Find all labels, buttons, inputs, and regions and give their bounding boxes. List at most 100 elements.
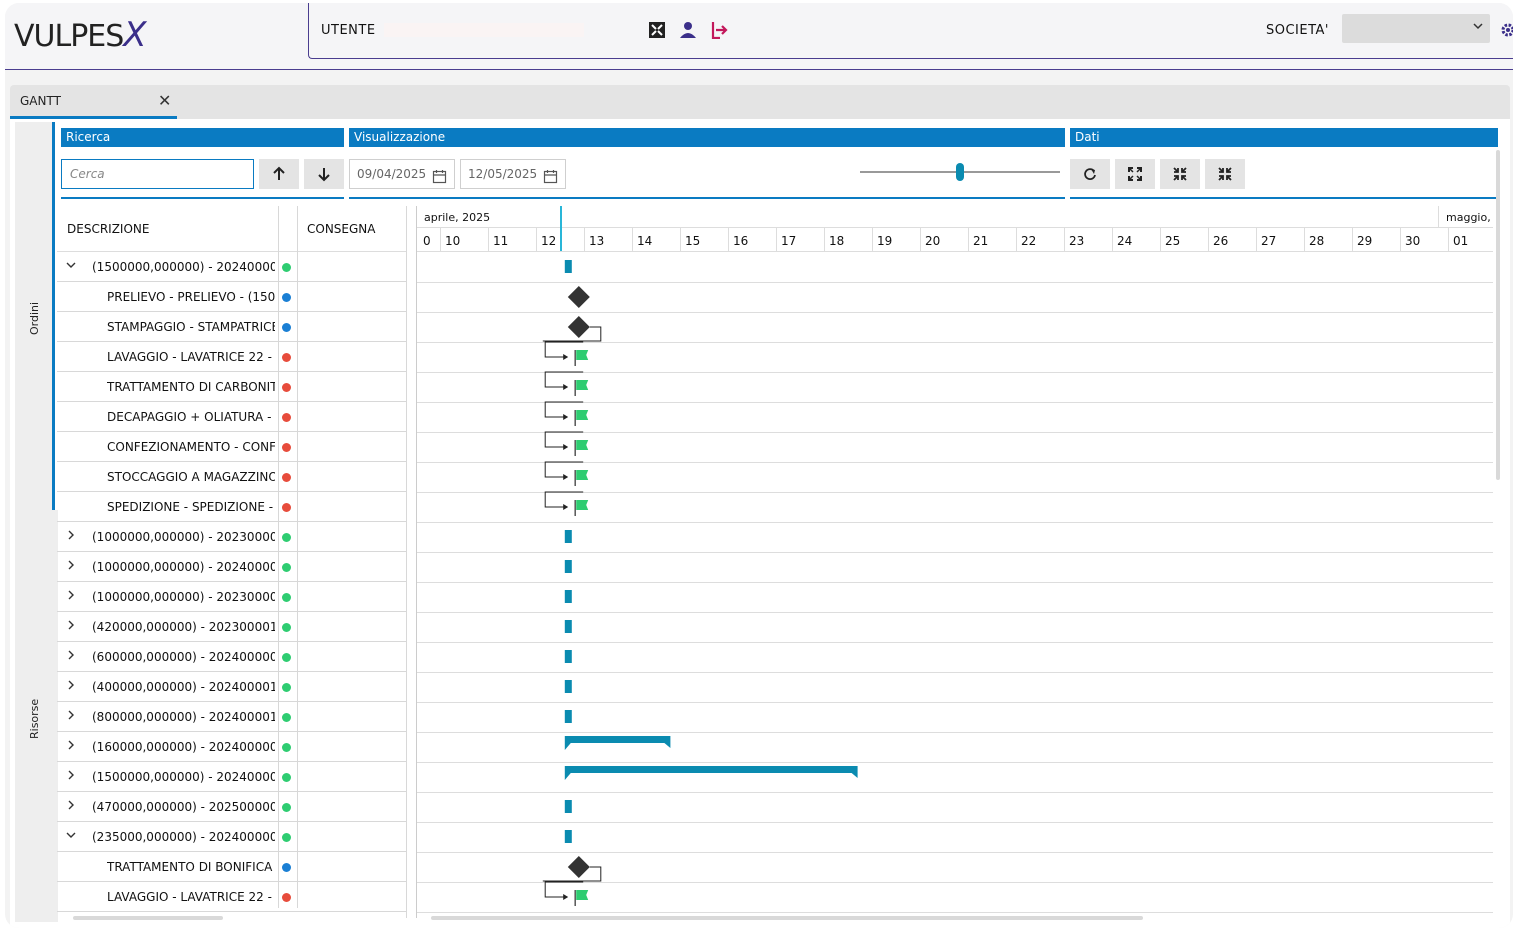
search-down-button[interactable] (304, 159, 344, 189)
chevron-right-icon[interactable] (65, 649, 77, 661)
moon-icon[interactable] (615, 19, 637, 41)
table-row[interactable]: (600000,000000) - 20240000042 - (57, 642, 406, 672)
gantt-task-bar[interactable] (564, 620, 572, 633)
chevron-right-icon[interactable] (65, 679, 77, 691)
refresh-button[interactable] (1070, 159, 1110, 189)
zoom-slider-handle[interactable] (956, 163, 964, 181)
table-row[interactable]: (470000,000000) - 20250000048 - (57, 792, 406, 822)
tab-gantt[interactable]: GANTT ✕ (10, 85, 177, 119)
table-row[interactable]: LAVAGGIO - LAVATRICE 22 - (23 (57, 882, 406, 912)
dependency-arrow[interactable] (563, 894, 569, 900)
dependency-arrow[interactable] (563, 384, 569, 390)
logout-icon[interactable] (708, 19, 730, 41)
status-dot (282, 773, 291, 782)
close-icon[interactable]: ✕ (158, 91, 171, 110)
collapse-button[interactable] (1160, 159, 1200, 189)
gantt-flag[interactable] (576, 470, 589, 480)
column-header-description[interactable]: DESCRIZIONE (67, 222, 149, 236)
day-divider (872, 228, 873, 252)
gantt-milestone[interactable] (567, 856, 590, 878)
gantt-milestone[interactable] (567, 286, 590, 308)
search-input[interactable]: Cerca (61, 159, 254, 189)
gantt-task-bar[interactable] (564, 800, 572, 813)
gantt-task-bar[interactable] (564, 710, 572, 723)
side-tabs: Ordini Risorse (15, 122, 58, 922)
expand-all-button[interactable] (1115, 159, 1155, 189)
app-logo[interactable]: VULPESX (14, 15, 147, 55)
table-row[interactable]: (1500000,000000) - 20240000018 - (57, 762, 406, 792)
gantt-summary-bar[interactable] (564, 736, 671, 750)
row-description: (470000,000000) - 20250000048 - (92, 800, 275, 814)
chevron-right-icon[interactable] (65, 619, 77, 631)
gantt-scrollbar[interactable] (431, 916, 1143, 920)
row-description: TRATTAMENTO DI BONIFICA - T (107, 860, 275, 874)
column-header-delivery[interactable]: CONSEGNA (307, 222, 375, 236)
dependency-arrow[interactable] (563, 474, 569, 480)
table-row[interactable]: (1000000,000000) - 20230000142 - (57, 582, 406, 612)
collapse-all-button[interactable] (1205, 159, 1245, 189)
gantt-flag[interactable] (576, 440, 589, 450)
table-row[interactable]: (235000,000000) - 20240000077 - (57, 822, 406, 852)
gantt-task-bar[interactable] (564, 260, 572, 273)
chevron-right-icon[interactable] (65, 559, 77, 571)
gantt-task-bar[interactable] (564, 590, 572, 603)
chevron-right-icon[interactable] (65, 739, 77, 751)
grid-scrollbar[interactable] (73, 916, 223, 920)
search-up-button[interactable] (259, 159, 299, 189)
date-to-input[interactable]: 12/05/2025 (460, 159, 566, 189)
table-row[interactable]: TRATTAMENTO DI BONIFICA - T (57, 852, 406, 882)
sitemap-icon[interactable] (646, 19, 668, 41)
gantt-task-bar[interactable] (564, 680, 572, 693)
table-row[interactable]: DECAPAGGIO + OLIATURA - TR. (57, 402, 406, 432)
status-dot (282, 803, 291, 812)
chevron-right-icon[interactable] (65, 709, 77, 721)
vertical-scrollbar[interactable] (1496, 150, 1500, 480)
gantt-flag[interactable] (576, 500, 589, 510)
chevron-right-icon[interactable] (65, 589, 77, 601)
gantt-flag[interactable] (576, 890, 589, 900)
gantt-task-bar[interactable] (564, 530, 572, 543)
table-row[interactable]: STAMPAGGIO - STAMPATRICE 1 (57, 312, 406, 342)
gantt-day-label: 13 (589, 234, 605, 248)
table-row[interactable]: PRELIEVO - PRELIEVO - (150000 (57, 282, 406, 312)
table-row[interactable]: (1500000,000000) - 20240000163 - (57, 252, 406, 282)
table-row[interactable]: STOCCAGGIO A MAGAZZINO - (57, 462, 406, 492)
user-icon[interactable] (677, 19, 699, 41)
dependency-arrow[interactable] (563, 504, 569, 510)
side-tab-resources[interactable]: Risorse (28, 699, 41, 739)
table-row[interactable]: (160000,000000) - 20240000017 - (57, 732, 406, 762)
chevron-right-icon[interactable] (65, 769, 77, 781)
gantt-milestone[interactable] (567, 316, 590, 338)
gantt-flag[interactable] (576, 380, 589, 390)
table-row[interactable]: (800000,000000) - 20240000135 - (57, 702, 406, 732)
table-row[interactable]: (400000,000000) - 20240000197 - (57, 672, 406, 702)
table-row[interactable]: (1000000,000000) - 20240000054 - (57, 552, 406, 582)
date-from-input[interactable]: 09/04/2025 (349, 159, 455, 189)
gear-icon[interactable] (1497, 19, 1513, 41)
table-row[interactable]: TRATTAMENTO DI CARBONITRU (57, 372, 406, 402)
calendar-icon[interactable] (543, 166, 558, 194)
gantt-task-bar[interactable] (564, 560, 572, 573)
calendar-icon[interactable] (432, 166, 447, 194)
gantt-flag[interactable] (576, 410, 589, 420)
table-row[interactable]: (1000000,000000) - 20230000261 - (57, 522, 406, 552)
column-divider (278, 206, 279, 252)
gantt-flag[interactable] (576, 350, 589, 360)
table-row[interactable]: (420000,000000) - 20230000137 - (57, 612, 406, 642)
dependency-arrow[interactable] (563, 414, 569, 420)
gantt-summary-bar[interactable] (564, 766, 858, 780)
gantt-task-bar[interactable] (564, 830, 572, 843)
table-row[interactable]: CONFEZIONAMENTO - CONFEZ (57, 432, 406, 462)
chevron-right-icon[interactable] (65, 799, 77, 811)
company-select[interactable] (1342, 14, 1490, 43)
arrow-down-icon (318, 168, 330, 182)
dependency-arrow[interactable] (563, 354, 569, 360)
chevron-down-icon[interactable] (65, 259, 77, 271)
table-row[interactable]: LAVAGGIO - LAVATRICE 22 - (15 (57, 342, 406, 372)
dependency-arrow[interactable] (563, 444, 569, 450)
chevron-right-icon[interactable] (65, 529, 77, 541)
table-row[interactable]: SPEDIZIONE - SPEDIZIONE - (15 (57, 492, 406, 522)
chevron-down-icon[interactable] (65, 829, 77, 841)
gantt-task-bar[interactable] (564, 650, 572, 663)
side-tab-orders[interactable]: Ordini (28, 302, 41, 335)
